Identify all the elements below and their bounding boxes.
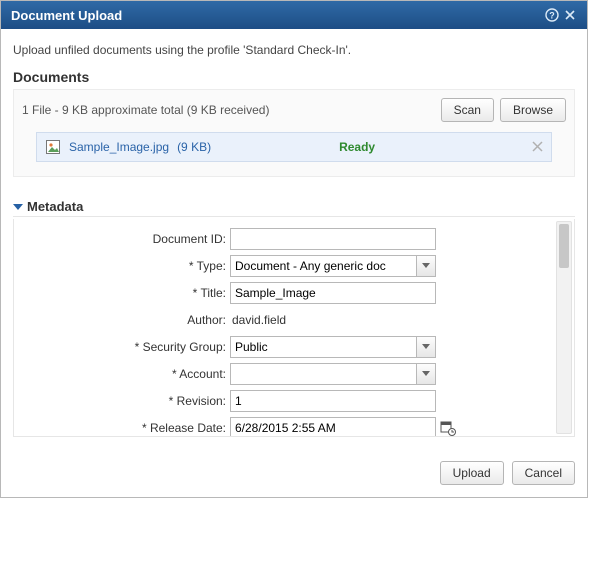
documents-panel: 1 File - 9 KB approximate total (9 KB re…: [13, 89, 575, 177]
dialog-instruction: Upload unfiled documents using the profi…: [13, 43, 575, 57]
upload-button[interactable]: Upload: [440, 461, 504, 485]
close-icon[interactable]: [561, 6, 579, 24]
cancel-button[interactable]: Cancel: [512, 461, 575, 485]
scrollbar-thumb[interactable]: [559, 224, 569, 268]
security-group-combo[interactable]: [230, 336, 436, 358]
svg-text:?: ?: [549, 11, 555, 21]
security-group-input[interactable]: [230, 336, 416, 358]
author-value: david.field: [230, 313, 286, 327]
account-combo[interactable]: [230, 363, 436, 385]
file-size: (9 KB): [177, 140, 211, 154]
file-row[interactable]: Sample_Image.jpg (9 KB) Ready: [36, 132, 552, 162]
dialog-titlebar[interactable]: Document Upload ?: [1, 1, 587, 29]
label-title: Title:: [20, 286, 230, 300]
metadata-body: Document ID: Type: Title: Author:: [13, 219, 575, 437]
security-group-dropdown-button[interactable]: [416, 336, 436, 358]
label-account: Account:: [20, 367, 230, 381]
documents-summary: 1 File - 9 KB approximate total (9 KB re…: [22, 103, 435, 117]
dialog-title: Document Upload: [11, 8, 122, 23]
metadata-heading: Metadata: [27, 199, 83, 214]
revision-input[interactable]: [230, 390, 436, 412]
account-input[interactable]: [230, 363, 416, 385]
label-release-date: Release Date:: [20, 421, 230, 435]
document-upload-dialog: Document Upload ? Upload unfiled documen…: [0, 0, 588, 498]
label-type: Type:: [20, 259, 230, 273]
file-name: Sample_Image.jpg: [69, 140, 169, 154]
image-file-icon: [45, 139, 61, 155]
type-input[interactable]: [230, 255, 416, 277]
disclosure-down-icon: [13, 204, 23, 210]
type-dropdown-button[interactable]: [416, 255, 436, 277]
type-combo[interactable]: [230, 255, 436, 277]
datetime-picker-icon[interactable]: [440, 420, 456, 436]
chevron-down-icon: [422, 263, 430, 268]
label-security-group: Security Group:: [20, 340, 230, 354]
chevron-down-icon: [422, 371, 430, 376]
documents-heading: Documents: [13, 69, 575, 85]
chevron-down-icon: [422, 344, 430, 349]
metadata-scrollbar[interactable]: [556, 221, 572, 434]
metadata-header[interactable]: Metadata: [13, 199, 575, 217]
browse-button[interactable]: Browse: [500, 98, 566, 122]
account-dropdown-button[interactable]: [416, 363, 436, 385]
help-icon[interactable]: ?: [543, 6, 561, 24]
dialog-footer: Upload Cancel: [1, 443, 587, 497]
remove-file-icon[interactable]: [532, 140, 543, 155]
label-document-id: Document ID:: [20, 232, 230, 246]
release-date-input[interactable]: [230, 417, 436, 438]
document-id-input[interactable]: [230, 228, 436, 250]
file-status: Ready: [339, 140, 375, 154]
scan-button[interactable]: Scan: [441, 98, 494, 122]
title-input[interactable]: [230, 282, 436, 304]
label-author: Author:: [20, 313, 230, 327]
label-revision: Revision:: [20, 394, 230, 408]
